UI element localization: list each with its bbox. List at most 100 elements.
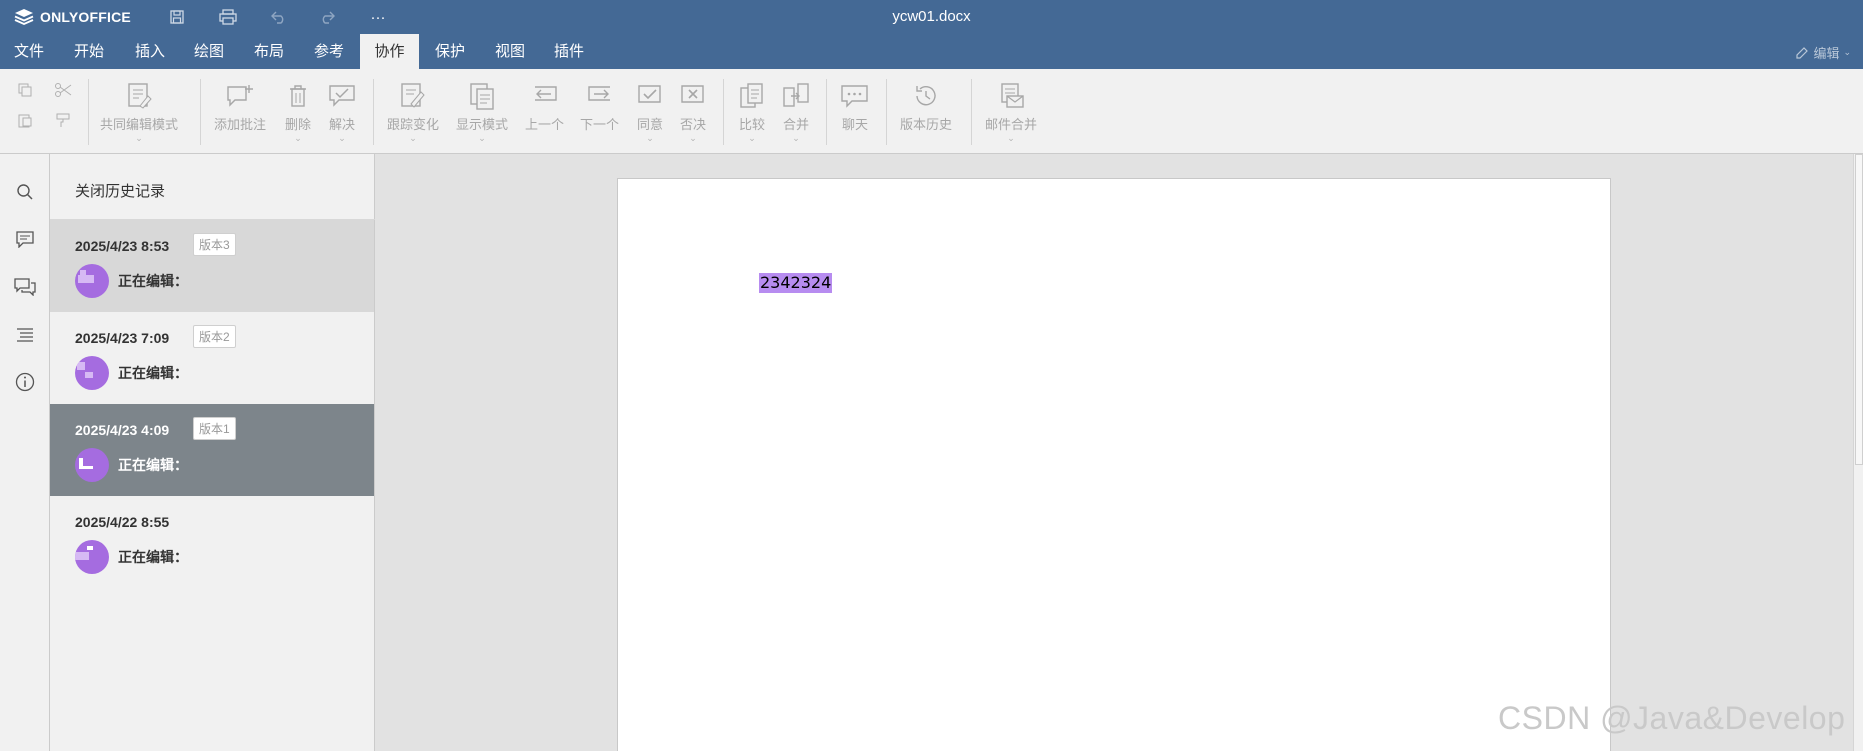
menu-bar: 文件 开始 插入 绘图 布局 参考 协作 保护 视图 插件 编辑 ⌄ xyxy=(0,34,1863,69)
watermark: CSDN @Java&Develop xyxy=(1498,700,1846,736)
pencil-icon xyxy=(1796,46,1809,59)
chevron-down-icon: ⌄ xyxy=(409,133,417,143)
paste-icon[interactable] xyxy=(14,109,36,131)
resolve-comment-button[interactable]: 解决 ⌄ xyxy=(327,81,357,151)
previous-icon xyxy=(530,81,560,111)
search-icon[interactable] xyxy=(13,180,37,204)
trash-icon xyxy=(283,81,313,111)
document-page[interactable]: 2342324 xyxy=(617,178,1611,751)
version-history-label: 版本历史 xyxy=(900,117,953,132)
edit-mode-label: 编辑 xyxy=(1813,46,1840,61)
tab-home[interactable]: 开始 xyxy=(64,34,114,69)
undo-icon[interactable] xyxy=(267,6,291,28)
version-badge: 版本2 xyxy=(193,325,236,348)
vertical-scrollbar[interactable] xyxy=(1853,154,1863,751)
track-changes-icon xyxy=(398,81,428,111)
close-history-button[interactable]: 关闭历史记录 xyxy=(75,180,165,201)
accept-icon xyxy=(635,81,665,111)
merge-label: 合并 xyxy=(782,117,809,132)
reject-change-button[interactable]: 否决 ⌄ xyxy=(678,81,708,151)
edit-mode-button[interactable]: 编辑 ⌄ xyxy=(1795,43,1851,62)
history-item[interactable]: 2025/4/23 8:53 版本3 正在编辑： xyxy=(50,220,374,312)
version-date: 2025/4/22 8:55 xyxy=(75,514,170,530)
reject-icon xyxy=(678,81,708,111)
tab-view[interactable]: 视图 xyxy=(485,34,535,69)
tab-collaboration[interactable]: 协作 xyxy=(360,34,419,69)
coedit-mode-button[interactable]: 共同编辑模式 ⌄ xyxy=(100,81,178,151)
display-mode-icon xyxy=(467,81,497,111)
scrollbar-thumb[interactable] xyxy=(1855,154,1863,465)
editing-status: 正在编辑： xyxy=(118,273,188,289)
separator xyxy=(971,79,972,145)
history-clock-icon xyxy=(911,81,941,111)
merge-icon xyxy=(781,81,811,111)
editing-status: 正在编辑： xyxy=(118,457,188,473)
add-comment-icon xyxy=(225,81,255,111)
accept-label: 同意 xyxy=(636,117,663,132)
redo-icon[interactable] xyxy=(315,6,339,28)
tab-draw[interactable]: 绘图 xyxy=(184,34,234,69)
more-options-icon[interactable]: ··· xyxy=(366,6,390,28)
onlyoffice-logo-icon xyxy=(14,9,34,25)
version-history-button[interactable]: 版本历史 xyxy=(900,81,952,151)
compare-button[interactable]: 比较 ⌄ xyxy=(737,81,767,151)
separator xyxy=(886,79,887,145)
chevron-down-icon: ⌄ xyxy=(748,133,756,143)
next-change-button[interactable]: 下一个 xyxy=(580,81,619,151)
resolve-label: 解决 xyxy=(328,117,355,132)
version-badge: 版本1 xyxy=(193,417,236,440)
resolve-icon xyxy=(327,81,357,111)
coedit-mode-label: 共同编辑模式 xyxy=(100,117,179,132)
tab-insert[interactable]: 插入 xyxy=(125,34,175,69)
copy-icon[interactable] xyxy=(14,79,36,101)
chevron-down-icon: ⌄ xyxy=(792,133,800,143)
delete-label: 删除 xyxy=(284,117,311,132)
track-changes-button[interactable]: 跟踪变化 ⌄ xyxy=(387,81,439,151)
chat-button[interactable]: 聊天 xyxy=(840,81,870,151)
chevron-down-icon: ⌄ xyxy=(294,133,302,143)
add-comment-label: 添加批注 xyxy=(214,117,267,132)
history-item[interactable]: 2025/4/23 7:09 版本2 正在编辑： xyxy=(50,312,374,404)
save-icon[interactable] xyxy=(165,6,189,28)
tab-plugins[interactable]: 插件 xyxy=(544,34,594,69)
avatar xyxy=(75,448,109,482)
mail-merge-label: 邮件合并 xyxy=(985,117,1038,132)
merge-button[interactable]: 合并 ⌄ xyxy=(781,81,811,151)
history-item[interactable]: 2025/4/23 4:09 版本1 正在编辑： xyxy=(50,404,374,496)
info-icon[interactable] xyxy=(13,370,37,394)
left-sidebar xyxy=(0,154,50,751)
version-date: 2025/4/23 4:09 xyxy=(75,422,170,438)
separator xyxy=(373,79,374,145)
tab-layout[interactable]: 布局 xyxy=(244,34,294,69)
format-painter-icon[interactable] xyxy=(52,109,74,131)
chevron-down-icon: ⌄ xyxy=(1007,133,1015,143)
tab-file[interactable]: 文件 xyxy=(4,34,54,69)
print-icon[interactable] xyxy=(216,6,240,28)
accept-change-button[interactable]: 同意 ⌄ xyxy=(635,81,665,151)
version-history-panel: 关闭历史记录 2025/4/23 8:53 版本3 正在编辑： 2025/4/2… xyxy=(50,154,375,751)
tab-references[interactable]: 参考 xyxy=(304,34,354,69)
delete-comment-button[interactable]: 删除 ⌄ xyxy=(283,81,313,151)
document-text[interactable]: 2342324 xyxy=(759,273,833,293)
history-item[interactable]: 2025/4/22 8:55 正在编辑： xyxy=(50,496,374,588)
add-comment-button[interactable]: 添加批注 xyxy=(214,81,266,151)
chat-icon[interactable] xyxy=(13,275,37,299)
separator xyxy=(88,79,89,145)
separator xyxy=(826,79,827,145)
previous-label: 上一个 xyxy=(525,117,565,132)
navigation-icon[interactable] xyxy=(13,323,37,347)
mail-merge-button[interactable]: 邮件合并 ⌄ xyxy=(985,81,1037,151)
avatar xyxy=(75,540,109,574)
cut-icon[interactable] xyxy=(52,79,74,101)
comments-icon[interactable] xyxy=(13,227,37,251)
reject-label: 否决 xyxy=(679,117,706,132)
display-mode-button[interactable]: 显示模式 ⌄ xyxy=(456,81,508,151)
chevron-down-icon: ⌄ xyxy=(135,133,143,143)
previous-change-button[interactable]: 上一个 xyxy=(525,81,564,151)
chevron-down-icon: ⌄ xyxy=(478,133,486,143)
version-badge: 版本3 xyxy=(193,233,236,256)
app-name: ONLYOFFICE xyxy=(40,9,131,25)
tab-protect[interactable]: 保护 xyxy=(425,34,475,69)
separator xyxy=(723,79,724,145)
document-canvas: 2342324 xyxy=(375,154,1853,751)
